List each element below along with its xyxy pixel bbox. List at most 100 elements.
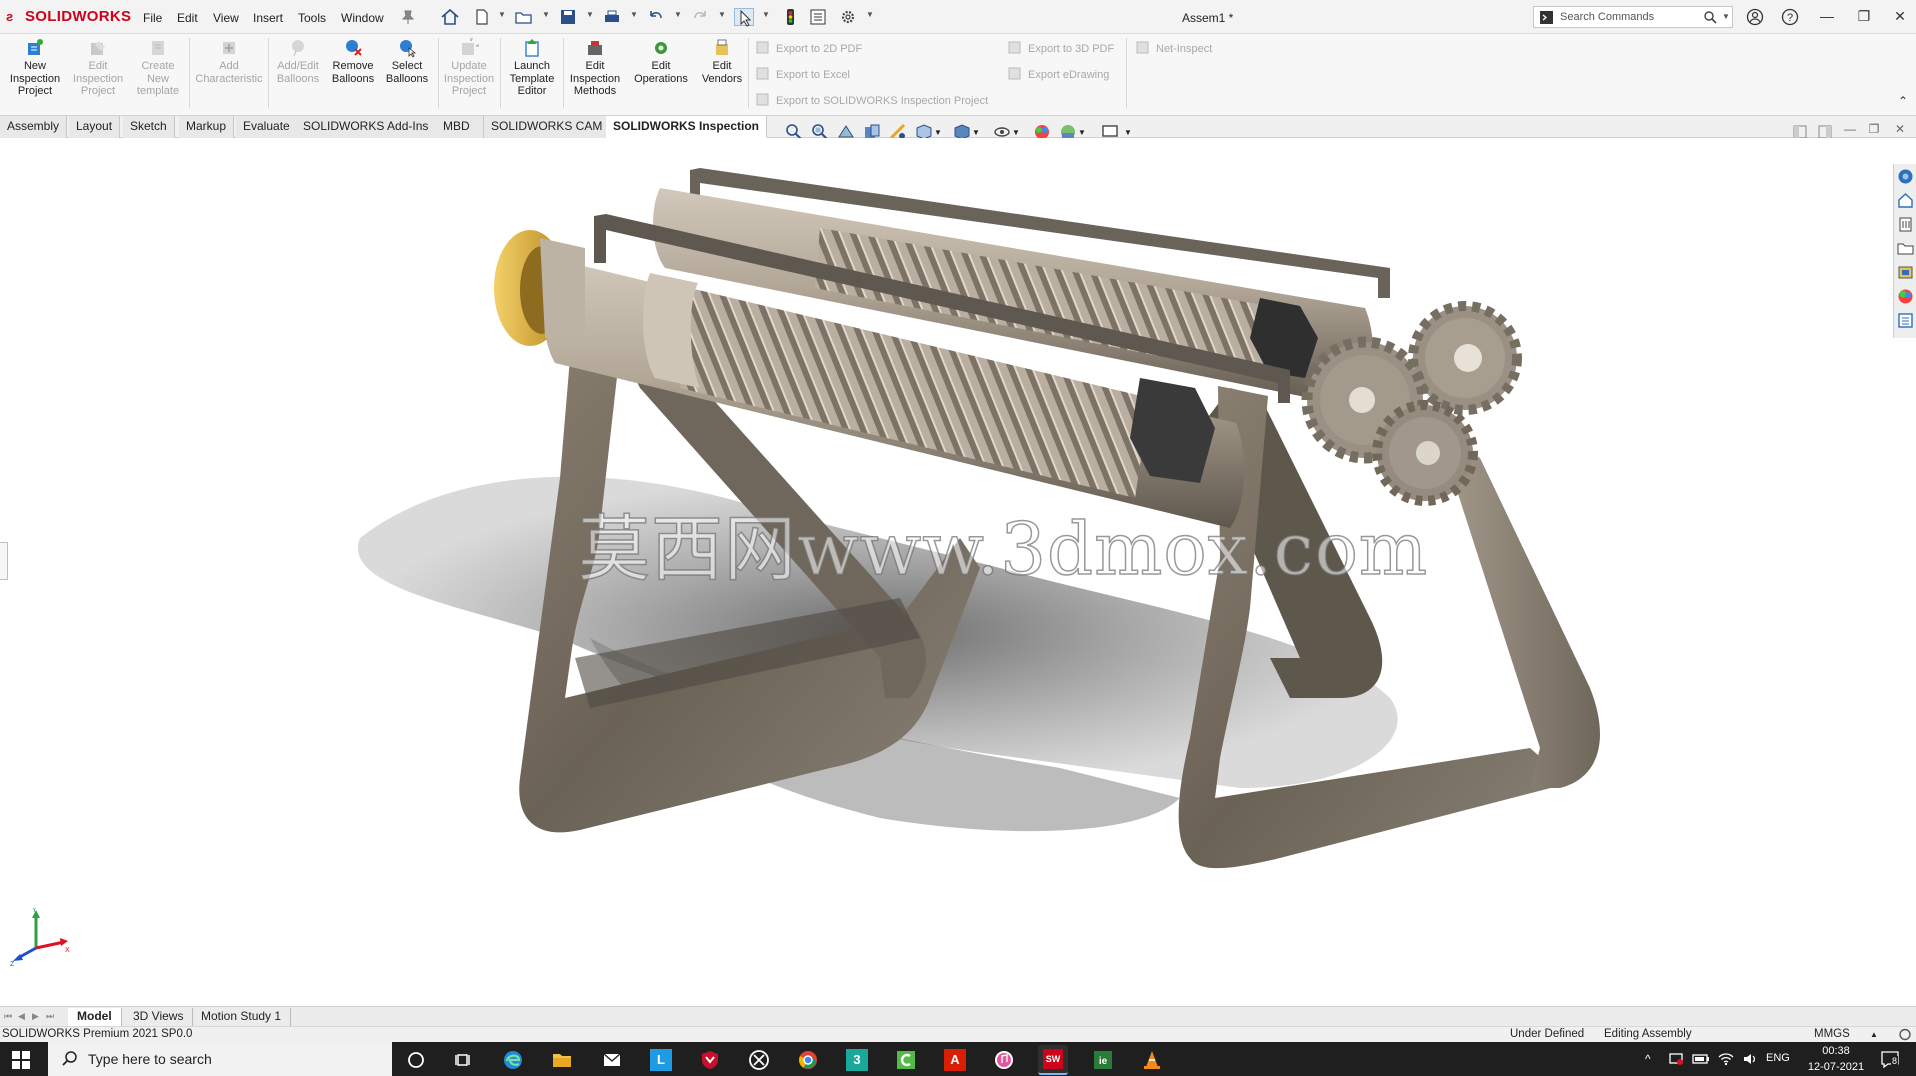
tab-solidworks-cam[interactable]: SOLIDWORKS CAM [484, 116, 611, 138]
minimize-window-icon[interactable]: — [1817, 8, 1837, 26]
update-inspection-project-button[interactable]: Update Inspection Project [440, 38, 498, 98]
solidworks-2021-taskbar-icon[interactable]: SW [1038, 1045, 1068, 1075]
itunes-icon[interactable] [993, 1049, 1015, 1071]
file-explorer-icon[interactable] [1897, 216, 1914, 233]
taskbar-search-box[interactable] [48, 1042, 392, 1076]
redo-icon[interactable] [690, 8, 710, 26]
net-inspect-button[interactable]: Net-Inspect [1136, 41, 1212, 55]
menu-tools[interactable]: Tools [298, 11, 326, 25]
inspection-2021-taskbar-icon[interactable]: ie [1092, 1049, 1114, 1071]
folder-icon[interactable] [1897, 240, 1914, 257]
new-inspection-project-button[interactable]: New Inspection Project [4, 38, 66, 98]
close-window-icon[interactable]: ✕ [1890, 8, 1910, 26]
restore-window-icon[interactable]: ❐ [1854, 8, 1874, 26]
save-dropdown-icon[interactable]: ▼ [586, 10, 594, 19]
tab-evaluate[interactable]: Evaluate [236, 116, 298, 138]
new-document-icon[interactable] [472, 8, 492, 26]
file-explorer-taskbar-icon[interactable] [551, 1049, 573, 1071]
open-dropdown-icon[interactable]: ▼ [542, 10, 550, 19]
menu-edit[interactable]: Edit [177, 11, 198, 25]
search-commands-box[interactable]: ▼ [1533, 6, 1733, 28]
wifi-icon[interactable] [1718, 1051, 1734, 1070]
menu-file[interactable]: File [143, 11, 162, 25]
feature-manager-flyout-handle[interactable] [0, 542, 8, 580]
select-cursor-icon[interactable] [734, 8, 754, 27]
app-3-icon[interactable]: 3 [846, 1049, 868, 1071]
redo-dropdown-icon[interactable]: ▼ [718, 10, 726, 19]
options-dropdown-icon[interactable]: ▼ [866, 10, 874, 19]
user-account-icon[interactable] [1745, 8, 1765, 26]
taskbar-search-input[interactable] [88, 1051, 368, 1067]
reference-triad[interactable]: Y X Z [10, 908, 72, 966]
solidworks-resources-icon[interactable] [1897, 168, 1914, 185]
save-icon[interactable] [558, 8, 578, 26]
print-dropdown-icon[interactable]: ▼ [630, 10, 638, 19]
graphics-area[interactable]: 莫西网www.3dmox.com Y X Z [0, 138, 1916, 1006]
home-icon[interactable] [440, 8, 460, 26]
menu-insert[interactable]: Insert [253, 11, 283, 25]
tab-solidworks-inspection[interactable]: SOLIDWORKS Inspection [606, 116, 768, 138]
file-properties-icon[interactable] [808, 8, 828, 26]
export-excel-button[interactable]: Export to Excel [756, 67, 850, 81]
volume-icon[interactable] [1742, 1051, 1758, 1070]
export-inspection-project-button[interactable]: Export to SOLIDWORKS Inspection Project [756, 93, 988, 107]
edge-browser-icon[interactable] [502, 1049, 524, 1071]
help-icon[interactable]: ? [1780, 8, 1800, 26]
new-dropdown-icon[interactable]: ▼ [498, 10, 506, 19]
tab-assembly[interactable]: Assembly [0, 116, 68, 138]
tab-markup[interactable]: Markup [179, 116, 235, 138]
view-palette-icon[interactable] [1897, 264, 1914, 281]
edit-inspection-methods-button[interactable]: Edit Inspection Methods [566, 38, 624, 98]
last-tab-arrow-icon[interactable]: ⏭ [46, 1011, 54, 1022]
add-characteristic-button[interactable]: Add Characteristic [192, 38, 266, 85]
undo-icon[interactable] [646, 8, 666, 26]
export-3d-pdf-button[interactable]: Export to 3D PDF [1008, 41, 1114, 55]
options-gear-icon[interactable] [838, 8, 858, 26]
clock-time[interactable]: 00:38 [1806, 1045, 1866, 1057]
camtasia-icon[interactable] [895, 1049, 917, 1071]
battery-icon[interactable] [1692, 1051, 1710, 1070]
add-edit-balloons-button[interactable]: Add/Edit Balloons [272, 38, 324, 85]
solidworks-logo[interactable]: ƨ SOLIDWORKS [6, 8, 131, 25]
previous-tab-arrow-icon[interactable]: ◀ [18, 1011, 25, 1022]
tab-mbd[interactable]: MBD [430, 116, 484, 138]
search-commands-input[interactable] [1560, 10, 1700, 24]
search-dropdown-icon[interactable]: ▼ [1722, 12, 1730, 21]
mcafee-shield-icon[interactable] [699, 1049, 721, 1071]
task-view-icon[interactable] [453, 1049, 475, 1071]
first-tab-arrow-icon[interactable]: ⏮ [4, 1011, 12, 1022]
next-tab-arrow-icon[interactable]: ▶ [32, 1011, 39, 1022]
rebuild-traffic-light-icon[interactable] [780, 8, 800, 26]
tab-3d-views[interactable]: 3D Views [124, 1008, 194, 1026]
chrome-icon[interactable] [797, 1049, 819, 1071]
export-2d-pdf-button[interactable]: Export to 2D PDF [756, 41, 862, 55]
collapse-ribbon-icon[interactable]: ⌃ [1898, 94, 1908, 108]
tab-sketch[interactable]: Sketch [123, 116, 175, 138]
tab-motion-study-1[interactable]: Motion Study 1 [192, 1008, 292, 1026]
l-app-icon[interactable]: L [650, 1049, 672, 1071]
design-library-icon[interactable] [1897, 192, 1914, 209]
select-dropdown-icon[interactable]: ▼ [762, 10, 770, 19]
menu-view[interactable]: View [213, 11, 239, 25]
cortana-icon[interactable] [405, 1049, 427, 1071]
tab-layout[interactable]: Layout [69, 116, 121, 138]
unit-system-selector[interactable]: MMGS [1814, 1028, 1850, 1040]
create-new-template-button[interactable]: Create New template [128, 38, 188, 98]
acrobat-icon[interactable]: A [944, 1049, 966, 1071]
undo-dropdown-icon[interactable]: ▼ [674, 10, 682, 19]
export-edrawing-button[interactable]: Export eDrawing [1008, 67, 1109, 81]
remove-balloons-button[interactable]: Remove Balloons [326, 38, 380, 85]
vlc-icon[interactable] [1141, 1049, 1163, 1071]
clock-date[interactable]: 12-07-2021 [1800, 1061, 1872, 1073]
tab-model[interactable]: Model [68, 1008, 122, 1026]
launch-template-editor-button[interactable]: Launch Template Editor [504, 38, 560, 98]
tab-solidworks-add-ins[interactable]: SOLIDWORKS Add-Ins [296, 116, 437, 138]
xbox-icon[interactable] [748, 1049, 770, 1071]
custom-properties-icon[interactable] [1897, 312, 1914, 329]
input-language-indicator[interactable]: ENG [1766, 1052, 1790, 1064]
edit-operations-button[interactable]: Edit Operations [626, 38, 696, 85]
tray-overflow-chevron-icon[interactable]: ^ [1645, 1052, 1651, 1066]
pin-icon[interactable] [398, 8, 418, 26]
menu-window[interactable]: Window [341, 11, 384, 25]
edit-inspection-project-button[interactable]: Edit Inspection Project [66, 38, 130, 98]
